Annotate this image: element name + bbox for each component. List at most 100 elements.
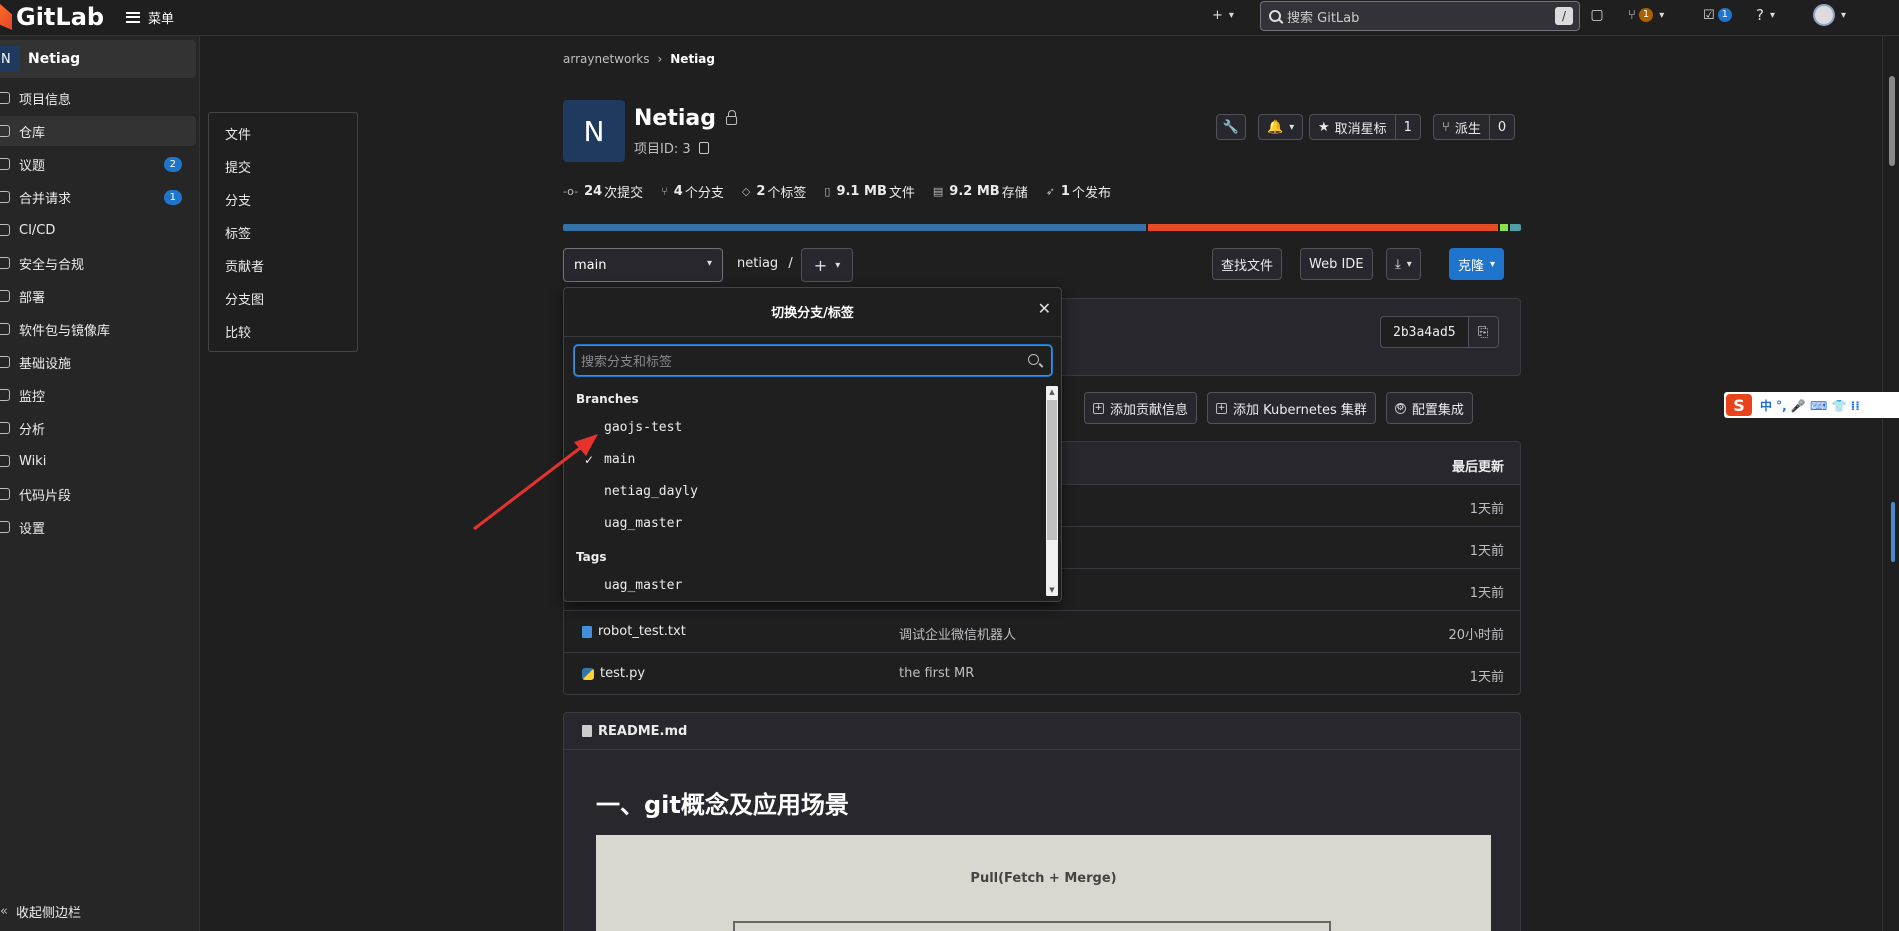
merge-request-icon bbox=[0, 191, 10, 203]
file-link[interactable]: test.py bbox=[582, 666, 645, 681]
chevron-down-icon: ▾ bbox=[1841, 9, 1847, 21]
page-scrollbar[interactable] bbox=[1882, 36, 1899, 931]
dropdown-scrollbar[interactable]: ▲ ▼ bbox=[1046, 386, 1058, 596]
commit-message-link[interactable]: the first MR bbox=[899, 666, 974, 681]
stat-tags[interactable]: ◇ 2 个标签 bbox=[742, 182, 807, 201]
snippet-icon bbox=[0, 488, 10, 500]
breadcrumb-current[interactable]: Netiag bbox=[670, 52, 715, 66]
copy-sha-button[interactable]: ⎘ bbox=[1468, 316, 1499, 348]
branch-item-netiag-dayly[interactable]: netiag_dayly bbox=[564, 476, 1047, 508]
menu-button[interactable]: 菜单 bbox=[126, 6, 174, 28]
stat-files[interactable]: ▯ 9.1 MB 文件 bbox=[824, 182, 914, 201]
branch-selector[interactable]: main ▾ bbox=[563, 248, 723, 282]
flyout-item-compare[interactable]: 比较 bbox=[209, 317, 357, 350]
clone-button[interactable]: 克隆 ▾ bbox=[1449, 248, 1505, 280]
scroll-down-arrow-icon[interactable]: ▼ bbox=[1046, 584, 1058, 596]
flyout-item-contributors[interactable]: 贡献者 bbox=[209, 251, 357, 284]
ime-toolbar[interactable]: S 中 °, 🎤 ⌨ 👕 ⁞⁞ bbox=[1724, 392, 1899, 418]
table-row[interactable]: robot_test.txt 调试企业微信机器人 20小时前 bbox=[564, 611, 1520, 653]
sidebar-item-deployments[interactable]: 部署 bbox=[0, 281, 196, 311]
flyout-item-tags[interactable]: 标签 bbox=[209, 218, 357, 251]
settings-button[interactable]: 🔧 bbox=[1216, 114, 1246, 140]
repository-language-bar bbox=[563, 224, 1521, 231]
repository-icon bbox=[0, 125, 10, 137]
sidebar-item-merge-requests[interactable]: 合并请求 1 bbox=[0, 182, 196, 212]
collapse-sidebar-button[interactable]: « 收起侧边栏 bbox=[0, 902, 81, 921]
gitlab-logo[interactable]: GitLab bbox=[0, 2, 104, 32]
star-icon: ★ bbox=[1318, 119, 1330, 135]
monitor-icon bbox=[0, 389, 10, 401]
readme-file-link[interactable]: README.md bbox=[598, 724, 687, 739]
issues-icon[interactable]: ▢ bbox=[1588, 6, 1606, 24]
create-new-button[interactable]: + ▾ bbox=[1212, 0, 1234, 30]
project-avatar: N bbox=[0, 46, 20, 72]
branch-item-uag-master[interactable]: uag_master bbox=[564, 508, 1047, 540]
rocket-icon: ➶ bbox=[1045, 185, 1055, 198]
cloud-gear-icon bbox=[0, 356, 10, 368]
star-count[interactable]: 1 bbox=[1394, 115, 1420, 139]
commit-sha[interactable]: 2b3a4ad5 bbox=[1380, 316, 1469, 348]
scroll-up-arrow-icon[interactable]: ▲ bbox=[1046, 386, 1058, 398]
todo-count-badge: 1 bbox=[1717, 8, 1733, 22]
copy-icon[interactable] bbox=[698, 141, 709, 154]
search-input[interactable]: 搜索 GitLab / bbox=[1260, 1, 1580, 31]
branch-item-main[interactable]: ✓ main bbox=[564, 444, 1047, 476]
sidebar-item-settings[interactable]: 设置 bbox=[0, 512, 196, 542]
close-icon[interactable]: ✕ bbox=[1038, 299, 1051, 318]
branch-search-input[interactable]: 搜索分支和标签 bbox=[574, 345, 1052, 376]
download-button[interactable]: ⤓ ▾ bbox=[1386, 248, 1421, 280]
notification-button[interactable]: 🔔 ▾ bbox=[1258, 114, 1304, 140]
file-icon: ▯ bbox=[824, 185, 831, 198]
branch-item-gaojs-test[interactable]: gaojs-test bbox=[564, 412, 1047, 444]
sidebar-item-repository[interactable]: 仓库 bbox=[0, 116, 196, 146]
issues-count-badge: 2 bbox=[163, 157, 182, 172]
help-button[interactable]: ? ▾ bbox=[1756, 0, 1775, 30]
todos-button[interactable]: ☑ 1 bbox=[1703, 0, 1733, 30]
add-to-tree-button[interactable]: + ▾ bbox=[801, 248, 853, 282]
sidebar-project-header[interactable]: N Netiag bbox=[0, 40, 196, 78]
flyout-item-branches[interactable]: 分支 bbox=[209, 185, 357, 218]
commit-sha-group: 2b3a4ad5 ⎘ bbox=[1380, 316, 1499, 348]
user-menu-button[interactable]: ▾ bbox=[1813, 0, 1846, 30]
plus-icon: + bbox=[813, 255, 828, 275]
file-link[interactable]: robot_test.txt bbox=[582, 624, 686, 639]
scrollbar-thumb[interactable] bbox=[1889, 76, 1895, 166]
scrollbar-thumb[interactable] bbox=[1047, 400, 1057, 540]
sidebar-item-monitor[interactable]: 监控 bbox=[0, 380, 196, 410]
configure-integrations-button[interactable]: ⚙ 配置集成 bbox=[1385, 392, 1473, 424]
sidebar-item-packages[interactable]: 软件包与镜像库 bbox=[0, 314, 196, 344]
sidebar-item-infrastructure[interactable]: 基础设施 bbox=[0, 347, 196, 377]
tag-item-uag-master[interactable]: uag_master bbox=[564, 570, 1047, 602]
rocket-icon bbox=[0, 224, 10, 236]
todo-check-icon: ☑ bbox=[1703, 7, 1715, 23]
stat-branches[interactable]: ⑂ 4 个分支 bbox=[661, 182, 724, 201]
stat-commits[interactable]: -o- 24 次提交 bbox=[563, 182, 643, 201]
add-kubernetes-button[interactable]: + 添加 Kubernetes 集群 bbox=[1207, 392, 1376, 424]
scrollbar-marker bbox=[1891, 502, 1895, 562]
stat-storage[interactable]: ▤ 9.2 MB 存储 bbox=[933, 182, 1028, 201]
flyout-item-graph[interactable]: 分支图 bbox=[209, 284, 357, 317]
sidebar-item-issues[interactable]: 议题 2 bbox=[0, 149, 196, 179]
commit-message-link[interactable]: 调试企业微信机器人 bbox=[899, 624, 1016, 643]
web-ide-button[interactable]: Web IDE bbox=[1300, 248, 1373, 280]
fork-count[interactable]: 0 bbox=[1488, 115, 1514, 139]
sidebar-item-snippets[interactable]: 代码片段 bbox=[0, 479, 196, 509]
repo-path-root[interactable]: netiag bbox=[737, 256, 778, 271]
double-chevron-left-icon: « bbox=[0, 904, 8, 919]
find-file-button[interactable]: 查找文件 bbox=[1212, 248, 1283, 280]
sidebar-item-analytics[interactable]: 分析 bbox=[0, 413, 196, 443]
merge-requests-button[interactable]: ⑂ 1 ▾ bbox=[1628, 0, 1664, 30]
table-row[interactable]: test.py the first MR 1天前 bbox=[564, 653, 1520, 694]
sidebar-item-wiki[interactable]: Wiki bbox=[0, 446, 196, 476]
fork-button[interactable]: ⑂ 派生 bbox=[1434, 115, 1489, 139]
breadcrumb-parent[interactable]: arraynetworks bbox=[563, 52, 649, 66]
unstar-button[interactable]: ★ 取消星标 bbox=[1310, 115, 1395, 139]
flyout-item-commits[interactable]: 提交 bbox=[209, 152, 357, 185]
stat-releases[interactable]: ➶ 1 个发布 bbox=[1046, 182, 1111, 201]
flyout-item-files[interactable]: 文件 bbox=[209, 119, 357, 152]
sidebar-item-project-info[interactable]: 项目信息 bbox=[0, 83, 196, 113]
sidebar-item-security[interactable]: 安全与合规 bbox=[0, 248, 196, 278]
add-contributing-button[interactable]: + 添加贡献信息 bbox=[1084, 392, 1198, 424]
file-text-icon bbox=[582, 625, 592, 638]
sidebar-item-cicd[interactable]: CI/CD bbox=[0, 215, 196, 245]
